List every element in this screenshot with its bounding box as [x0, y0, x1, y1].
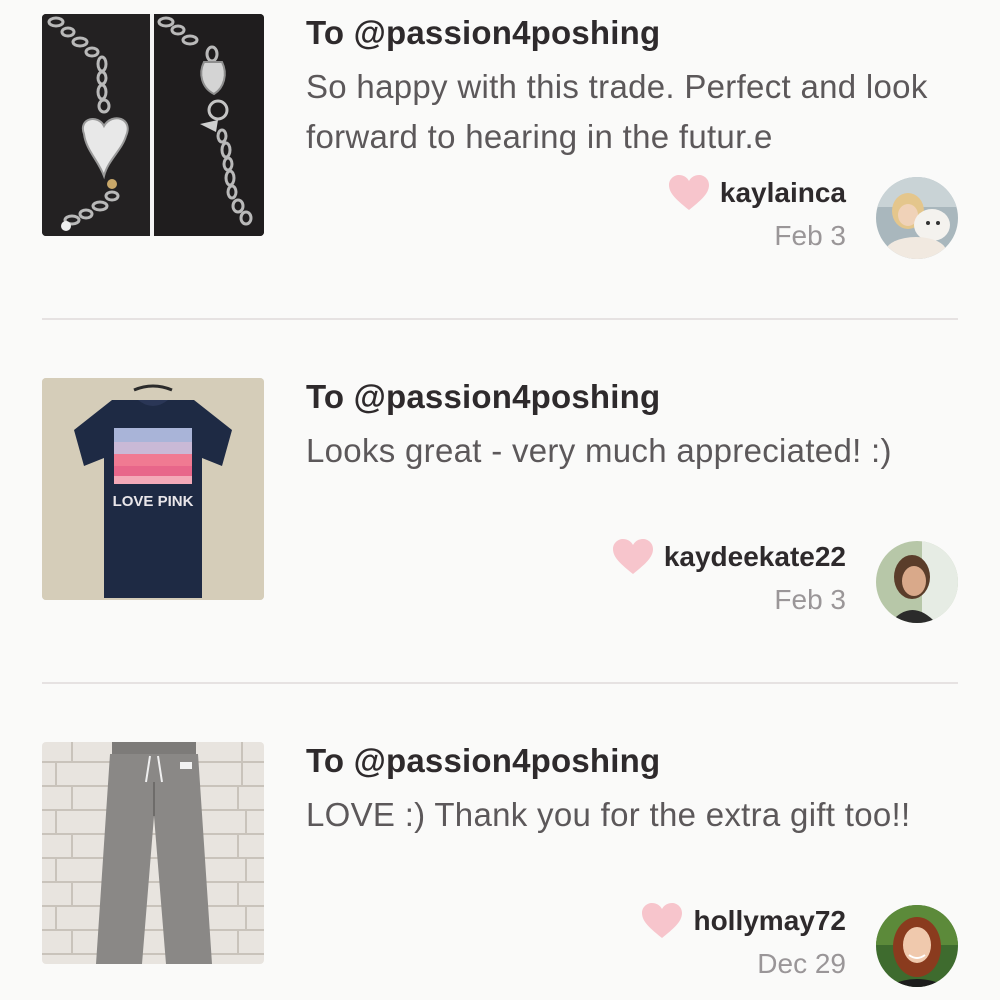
bracelet-photo-thumbnail[interactable] [42, 14, 264, 236]
author-username[interactable]: hollymay72 [693, 905, 846, 937]
feedback-message: Looks great - very much appreciated! :) [306, 432, 892, 469]
recipient-line[interactable]: To @passion4poshing [306, 14, 660, 52]
user-redhead-avatar-icon [876, 905, 958, 987]
recipient-line[interactable]: To @passion4poshing [306, 742, 660, 780]
feedback-card[interactable]: To @passion4poshing So happy with this t… [0, 0, 1000, 300]
divider [42, 318, 958, 320]
recipient-line[interactable]: To @passion4poshing [306, 378, 660, 416]
feedback-feed: To @passion4poshing So happy with this t… [0, 0, 1000, 1000]
feedback-message: So happy with this trade. Perfect and lo… [306, 68, 928, 155]
heart-icon[interactable] [612, 538, 654, 576]
user-with-dog-avatar-icon [876, 177, 958, 259]
sweatpants-photo-icon [42, 742, 264, 964]
author-avatar[interactable] [876, 177, 958, 259]
author-block: hollymay72 Dec 29 [641, 902, 846, 980]
sweatpants-photo-thumbnail[interactable] [42, 742, 264, 964]
heart-icon[interactable] [641, 902, 683, 940]
author-block: kaydeekate22 Feb 3 [612, 538, 846, 616]
feedback-card[interactable]: To @passion4poshing LOVE :) Thank you fo… [0, 728, 1000, 1000]
author-block: kaylainca Feb 3 [668, 174, 846, 252]
feedback-date: Dec 29 [757, 948, 846, 979]
bracelet-photo-icon [42, 14, 264, 236]
heart-icon[interactable] [668, 174, 710, 212]
feedback-date: Feb 3 [774, 220, 846, 251]
feedback-message: LOVE :) Thank you for the extra gift too… [306, 796, 911, 833]
tshirt-print-text: LOVE PINK [113, 493, 194, 510]
author-username[interactable]: kaydeekate22 [664, 541, 846, 573]
tshirt-photo-icon: LOVE PINK [42, 378, 264, 600]
author-avatar[interactable] [876, 905, 958, 987]
feedback-card[interactable]: LOVE PINK To @passion4poshing Looks grea… [0, 364, 1000, 664]
author-avatar[interactable] [876, 541, 958, 623]
user-selfie-avatar-icon [876, 541, 958, 623]
feedback-date: Feb 3 [774, 584, 846, 615]
tshirt-photo-thumbnail[interactable]: LOVE PINK [42, 378, 264, 600]
divider [42, 682, 958, 684]
author-username[interactable]: kaylainca [720, 177, 846, 209]
